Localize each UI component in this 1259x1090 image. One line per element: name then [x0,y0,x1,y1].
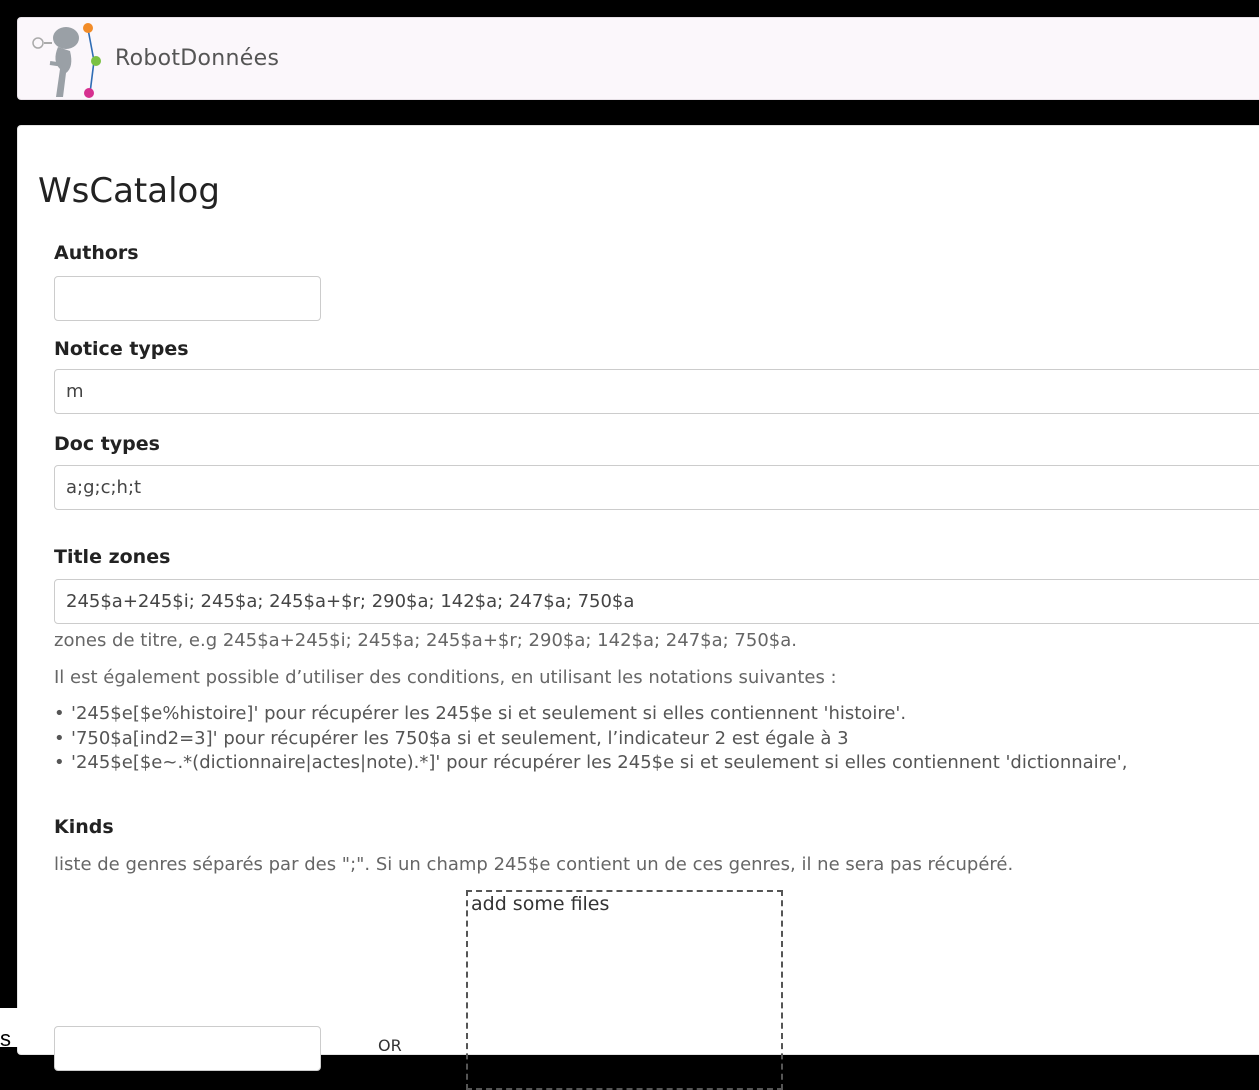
file-dropzone[interactable]: add some files [466,890,783,1090]
main-panel: WsCatalog Authors Notice types m Doc typ… [17,125,1259,1090]
title-zones-help: zones de titre, e.g 245$a+245$i; 245$a; … [54,630,797,651]
kinds-label: Kinds [54,816,114,838]
notice-types-label: Notice types [54,338,189,360]
doc-types-label: Doc types [54,433,160,455]
title-zones-input[interactable]: 245$a+245$i; 245$a; 245$a+$r; 290$a; 142… [54,579,1259,624]
kinds-input[interactable] [54,1026,321,1071]
conditions-list: '245$e[$e%histoire]' pour récupérer les … [54,702,1127,776]
or-separator: OR [378,1036,402,1055]
window-top-band [0,0,1259,10]
list-item: '245$e[$e~.*(dictionnaire|actes|note).*]… [54,751,1127,776]
list-item: '750$a[ind2=3]' pour récupérer les 750$a… [54,727,1127,752]
title-zones-label: Title zones [54,546,171,568]
page-title: WsCatalog [38,171,220,211]
list-item: '245$e[$e%histoire]' pour récupérer les … [54,702,1127,727]
corner-text-fragment: s [0,1008,40,1051]
doc-types-input[interactable]: a;g;c;h;t [54,465,1259,510]
brand-name[interactable]: RobotDonnées [115,46,279,71]
kinds-help: liste de genres séparés par des ";". Si … [54,854,1014,875]
dropzone-label: add some files [471,893,610,915]
authors-input[interactable] [54,276,321,321]
authors-label: Authors [54,242,139,264]
notice-types-input[interactable]: m [54,369,1259,414]
conditions-intro: Il est également possible d’utiliser des… [54,667,837,688]
robot-logo-icon[interactable] [30,21,106,101]
navbar: RobotDonnées [17,17,1259,100]
